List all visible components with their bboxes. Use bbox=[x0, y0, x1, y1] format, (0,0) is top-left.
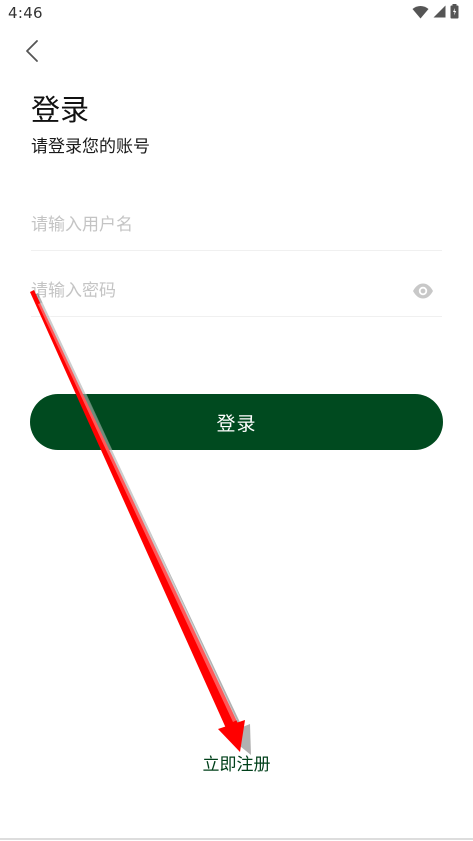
register-link[interactable]: 立即注册 bbox=[0, 750, 473, 775]
password-field bbox=[31, 268, 442, 317]
password-input[interactable] bbox=[31, 268, 401, 314]
username-input[interactable] bbox=[31, 202, 401, 248]
status-icons bbox=[412, 4, 459, 19]
status-time: 4:46 bbox=[8, 4, 43, 22]
back-button[interactable] bbox=[18, 38, 46, 68]
bottom-divider bbox=[0, 838, 473, 840]
wifi-icon bbox=[412, 5, 429, 19]
page-title: 登录 bbox=[31, 93, 90, 127]
eye-icon[interactable] bbox=[412, 282, 434, 300]
status-bar: 4:46 bbox=[0, 0, 473, 26]
battery-icon bbox=[450, 4, 459, 19]
login-button[interactable]: 登录 bbox=[30, 394, 443, 450]
page-subtitle: 请登录您的账号 bbox=[31, 137, 150, 157]
username-field bbox=[31, 202, 442, 251]
signal-icon bbox=[433, 5, 446, 18]
chevron-left-icon bbox=[25, 39, 39, 67]
